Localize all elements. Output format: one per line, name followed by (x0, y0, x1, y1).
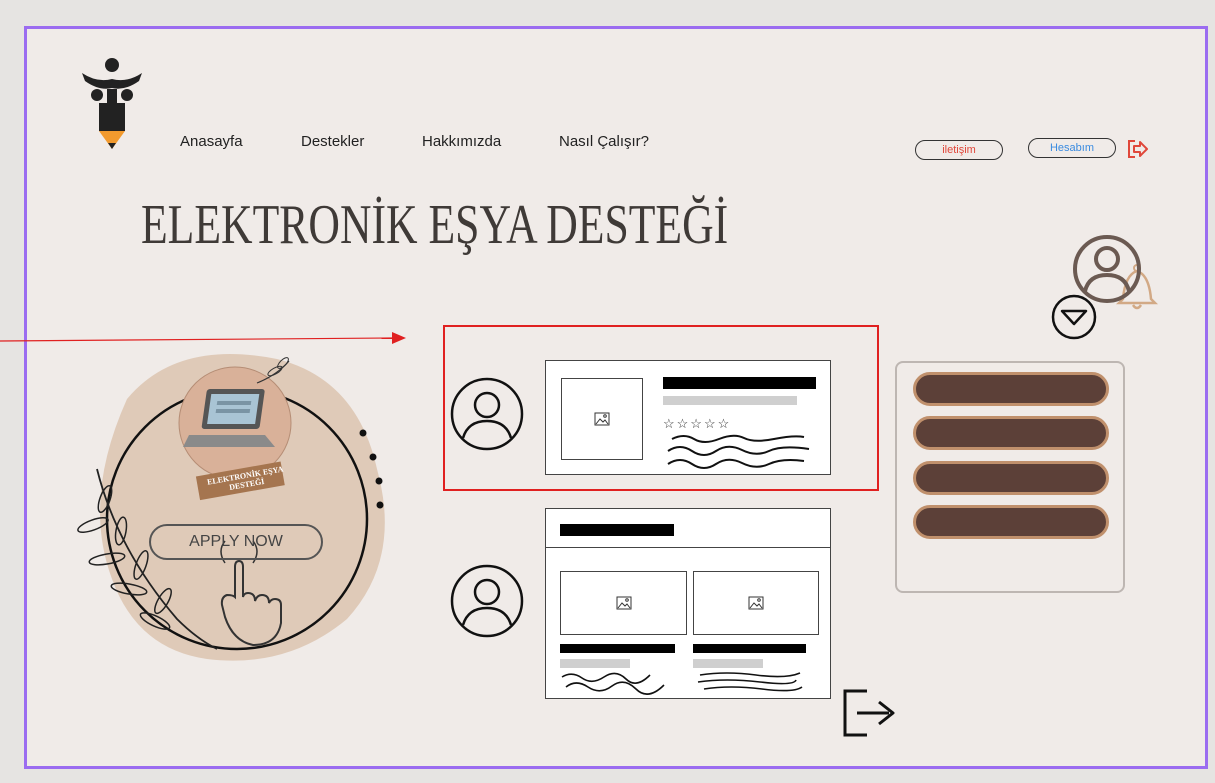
title-bar (663, 377, 816, 389)
text-scribble (667, 434, 810, 469)
contact-button[interactable]: iletişim (915, 140, 1003, 160)
logo-icon (82, 58, 142, 149)
nav-item-destekler[interactable]: Destekler (301, 133, 364, 150)
image-placeholder (560, 571, 687, 635)
title-bar (693, 644, 806, 653)
title-bar (560, 644, 675, 653)
nav-item-anasayfa[interactable]: Anasayfa (180, 133, 243, 150)
text-scribble (561, 672, 665, 695)
image-placeholder (561, 378, 643, 460)
app-frame: Anasayfa Destekler Hakkımızda Nasıl Çalı… (24, 26, 1208, 769)
subtitle-bar (560, 659, 630, 668)
logout-icon[interactable] (1127, 139, 1149, 159)
user-avatar-icon (450, 377, 524, 451)
card-wireframe[interactable]: ☆☆☆☆☆ (545, 360, 831, 475)
menu-item[interactable] (913, 505, 1109, 539)
menu-item[interactable] (913, 416, 1109, 450)
account-button[interactable]: Hesabım (1028, 138, 1116, 158)
title-bar (560, 524, 674, 536)
arrow-connector-icon (0, 332, 406, 344)
rating-stars: ☆☆☆☆☆ (663, 416, 732, 431)
menu-item[interactable] (913, 461, 1109, 495)
user-avatar-icon (450, 564, 524, 638)
page-title: ELEKTRONİK EŞYA DESTEĞİ (141, 194, 729, 256)
exit-icon[interactable] (843, 689, 909, 737)
dropdown-chevron-icon[interactable] (1047, 293, 1101, 341)
subtitle-bar (663, 396, 797, 405)
apply-now-button[interactable]: APPLY NOW (149, 524, 323, 560)
text-scribble (697, 672, 803, 692)
card-wireframe-grid[interactable] (545, 508, 831, 699)
nav-item-nasil-calisir[interactable]: Nasıl Çalışır? (559, 133, 649, 150)
dropdown-menu (895, 361, 1125, 593)
image-icon (748, 596, 764, 610)
image-icon (594, 412, 610, 426)
promo-illustration-icon (77, 354, 385, 661)
nav-item-hakkimizda[interactable]: Hakkımızda (422, 133, 501, 150)
image-icon (616, 596, 631, 610)
menu-item[interactable] (913, 372, 1109, 406)
divider (546, 547, 830, 548)
promo-graphic: ELEKTRONİK EŞYA DESTEĞİ APPLY NOW (57, 319, 417, 679)
subtitle-bar (693, 659, 763, 668)
image-placeholder (693, 571, 819, 635)
